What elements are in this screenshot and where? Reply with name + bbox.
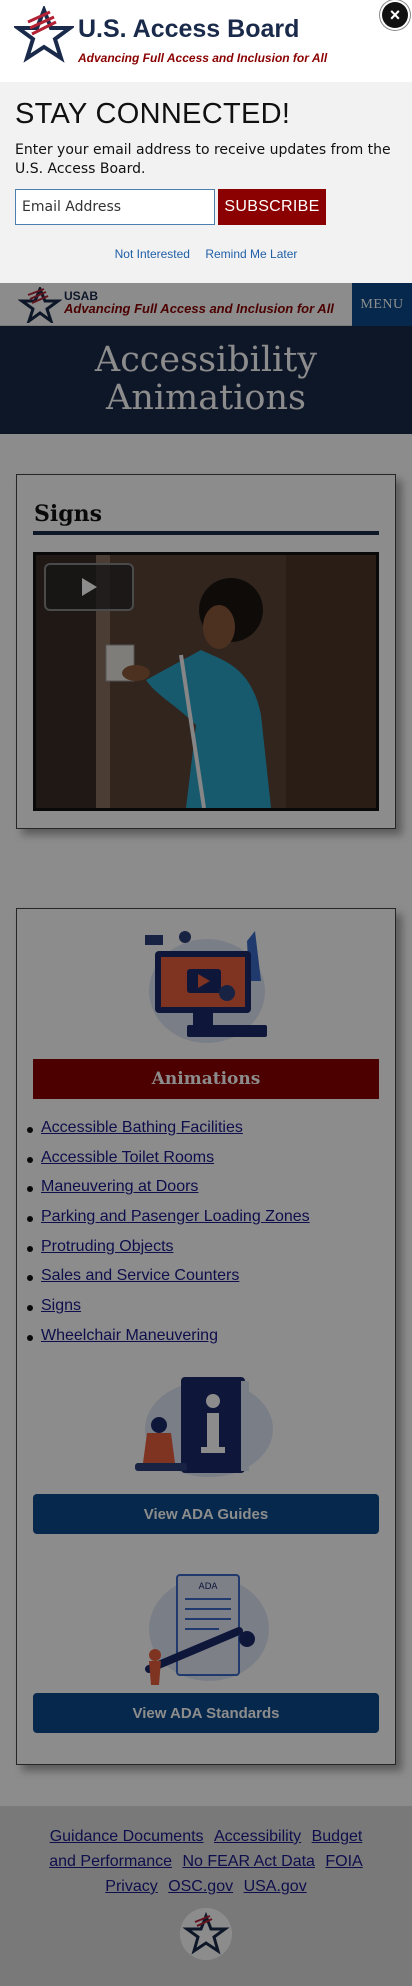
email-field[interactable]: [15, 189, 215, 225]
close-popup-button[interactable]: ×: [382, 2, 408, 28]
not-interested-link[interactable]: Not Interested: [115, 247, 190, 261]
modal-backdrop[interactable]: [0, 283, 412, 1986]
popup-brand-name: U.S. Access Board: [78, 15, 300, 43]
access-board-logo-icon: [14, 6, 74, 63]
popup-tagline: Advancing Full Access and Inclusion for …: [78, 51, 328, 65]
close-icon: ×: [389, 5, 401, 25]
dismiss-links: Not Interested Remind Me Later: [0, 247, 412, 261]
stay-connected-panel: STAY CONNECTED! Enter your email address…: [0, 82, 412, 283]
subscribe-popup: U.S. Access Board Advancing Full Access …: [0, 0, 412, 283]
remind-later-link[interactable]: Remind Me Later: [205, 247, 297, 261]
stay-connected-message: Enter your email address to receive upda…: [15, 142, 391, 177]
subscribe-button[interactable]: SUBSCRIBE: [218, 189, 326, 225]
stay-connected-heading: STAY CONNECTED!: [15, 98, 291, 130]
